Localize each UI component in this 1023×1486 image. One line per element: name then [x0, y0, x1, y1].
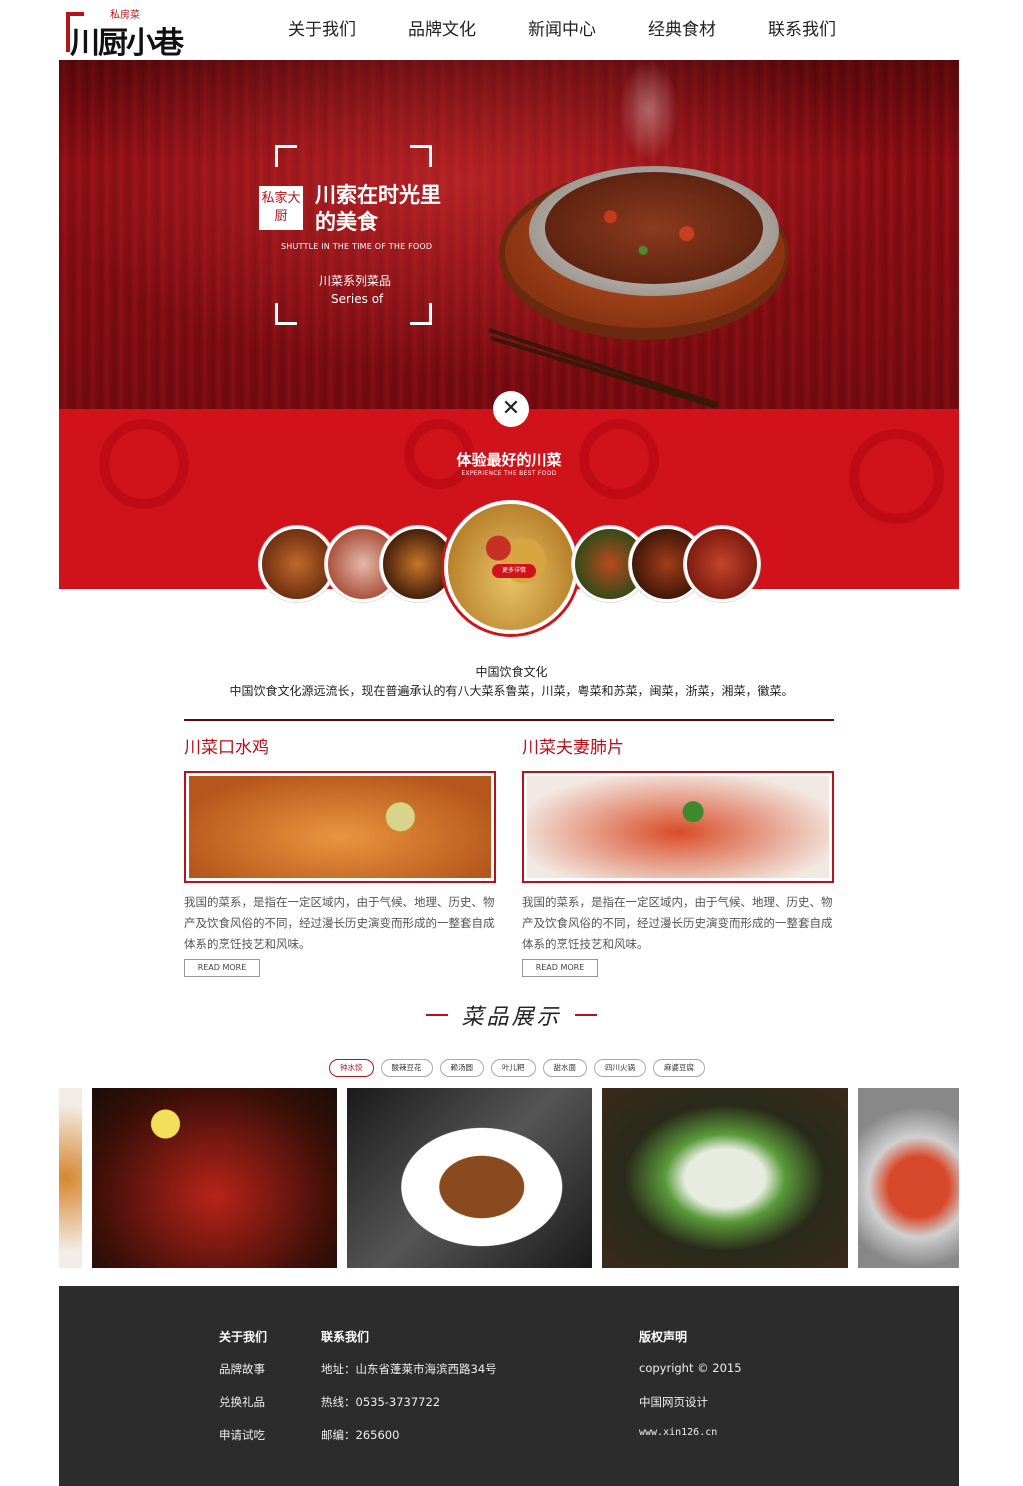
banner-series-en: Series of	[331, 292, 384, 306]
footer-contact: 联系我们 地址：山东省蓬莱市海滨西路34号 热线：0535-3737722 邮编…	[321, 1328, 497, 1460]
dish-thumb[interactable]	[684, 526, 760, 602]
culture-description: 中国饮食文化源远流长，现在普遍承认的有八大菜系鲁菜，川菜，粤菜和苏菜，闽菜，浙菜…	[229, 684, 794, 698]
footer-heading: 联系我们	[321, 1330, 370, 1344]
footer-link[interactable]: 中国网页设计	[639, 1394, 742, 1427]
showcase-title-text: 菜品展示	[461, 1005, 562, 1030]
gallery-image[interactable]	[347, 1088, 592, 1268]
site-header: 私房菜 川厨小巷 关于我们 品牌文化 新闻中心 经典食材 联系我们	[0, 0, 1023, 61]
banner-title: 川索在时光里 的美食	[315, 182, 465, 236]
experience-title: 体验最好的川菜	[456, 451, 562, 469]
showcase-title: 菜品展示	[0, 999, 1023, 1031]
article-text: 我国的菜系，是指在一定区域内，由于气候、地理、历史、物产及饮食风俗的不同，经过漫…	[184, 895, 495, 951]
footer-link[interactable]: 兑换礼品	[219, 1394, 267, 1427]
main-nav: 关于我们 品牌文化 新闻中心 经典食材 联系我们	[262, 0, 862, 60]
tab-mapo-tofu[interactable]: 麻婆豆腐	[653, 1059, 705, 1077]
logo-text: 川厨小巷	[70, 26, 184, 61]
nav-news[interactable]: 新闻中心	[502, 0, 622, 60]
footer-url[interactable]: www.xin126.cn	[639, 1427, 742, 1460]
title-dash	[426, 1014, 449, 1016]
dish-gallery	[59, 1088, 959, 1268]
tab-tianshuimian[interactable]: 甜水面	[542, 1059, 587, 1077]
article-text: 我国的菜系，是指在一定区域内，由于气候、地理、历史、物产及饮食风俗的不同，经过漫…	[522, 895, 833, 951]
article-image[interactable]	[184, 771, 496, 883]
nav-ingredients[interactable]: 经典食材	[622, 0, 742, 60]
footer-about: 关于我们 品牌故事 兑换礼品 申请试吃	[219, 1328, 267, 1460]
read-more-button[interactable]: READ MORE	[522, 959, 598, 977]
gallery-image[interactable]	[858, 1088, 959, 1268]
article-card: 川菜夫妻肺片 我国的菜系，是指在一定区域内，由于气候、地理、历史、物产及饮食风俗…	[522, 733, 834, 955]
banner-title-line2: 的美食	[315, 210, 378, 234]
article-title[interactable]: 川菜夫妻肺片	[522, 733, 834, 759]
nav-about[interactable]: 关于我们	[262, 0, 382, 60]
close-icon[interactable]: ✕	[493, 391, 529, 427]
culture-title: 中国饮食文化	[475, 665, 548, 679]
footer-link[interactable]: 申请试吃	[219, 1427, 267, 1460]
tab-laitangyuan[interactable]: 赖汤圆	[439, 1059, 484, 1077]
footer-phone: 热线：0535-3737722	[321, 1395, 441, 1409]
section-divider	[184, 719, 834, 721]
copyright-text: copyright © 2015	[639, 1361, 742, 1375]
banner-subtitle: SHUTTLE IN THE TIME OF THE FOOD	[281, 242, 433, 251]
experience-subtitle: EXPERIENCE THE BEST FOOD	[461, 470, 557, 477]
dish-thumb[interactable]	[259, 526, 335, 602]
banner-seal: 私家大厨	[259, 186, 303, 230]
article-card: 川菜口水鸡 我国的菜系，是指在一定区域内，由于气候、地理、历史、物产及饮食风俗的…	[184, 733, 496, 955]
title-dash	[574, 1014, 597, 1016]
tab-zhongshuijiao[interactable]: 钟水饺	[329, 1059, 374, 1077]
tab-yeerba[interactable]: 叶儿粑	[491, 1059, 536, 1077]
site-footer: 关于我们 品牌故事 兑换礼品 申请试吃 联系我们 地址：山东省蓬莱市海滨西路34…	[59, 1286, 959, 1486]
footer-address: 地址：山东省蓬莱市海滨西路34号	[321, 1362, 497, 1376]
nav-contact[interactable]: 联系我们	[742, 0, 862, 60]
nav-brand-culture[interactable]: 品牌文化	[382, 0, 502, 60]
footer-postcode: 邮编：265600	[321, 1428, 400, 1442]
gallery-image[interactable]	[92, 1088, 337, 1268]
more-details-button[interactable]: 更多详情	[492, 564, 536, 578]
banner-series-cn: 川菜系列菜品	[319, 274, 392, 288]
dish-image	[545, 172, 763, 284]
tab-sichuan-hotpot[interactable]: 四川火锅	[594, 1059, 646, 1077]
footer-link[interactable]: 品牌故事	[219, 1361, 267, 1394]
gallery-image[interactable]	[602, 1088, 848, 1268]
hero-banner: 私家大厨 川索在时光里 的美食 SHUTTLE IN THE TIME OF T…	[59, 60, 959, 409]
footer-heading: 关于我们	[219, 1330, 268, 1344]
article-image[interactable]	[522, 771, 834, 883]
steam-decoration	[619, 60, 679, 160]
article-title[interactable]: 川菜口水鸡	[184, 733, 496, 759]
site-logo[interactable]: 私房菜 川厨小巷	[64, 4, 204, 61]
tab-suanla-douhua[interactable]: 酸辣豆花	[380, 1059, 433, 1077]
gallery-image[interactable]	[59, 1088, 82, 1268]
footer-copyright: 版权声明 copyright © 2015 中国网页设计 www.xin126.…	[639, 1328, 742, 1460]
banner-title-line1: 川索在时光里	[315, 183, 441, 207]
read-more-button[interactable]: READ MORE	[184, 959, 260, 977]
dish-carousel: 更多详情	[59, 500, 959, 640]
footer-heading: 版权声明	[639, 1330, 688, 1344]
featured-dish[interactable]: 更多详情	[444, 500, 578, 634]
dish-tabs: 钟水饺 酸辣豆花 赖汤圆 叶儿粑 甜水面 四川火锅 麻婆豆腐	[329, 1059, 705, 1079]
